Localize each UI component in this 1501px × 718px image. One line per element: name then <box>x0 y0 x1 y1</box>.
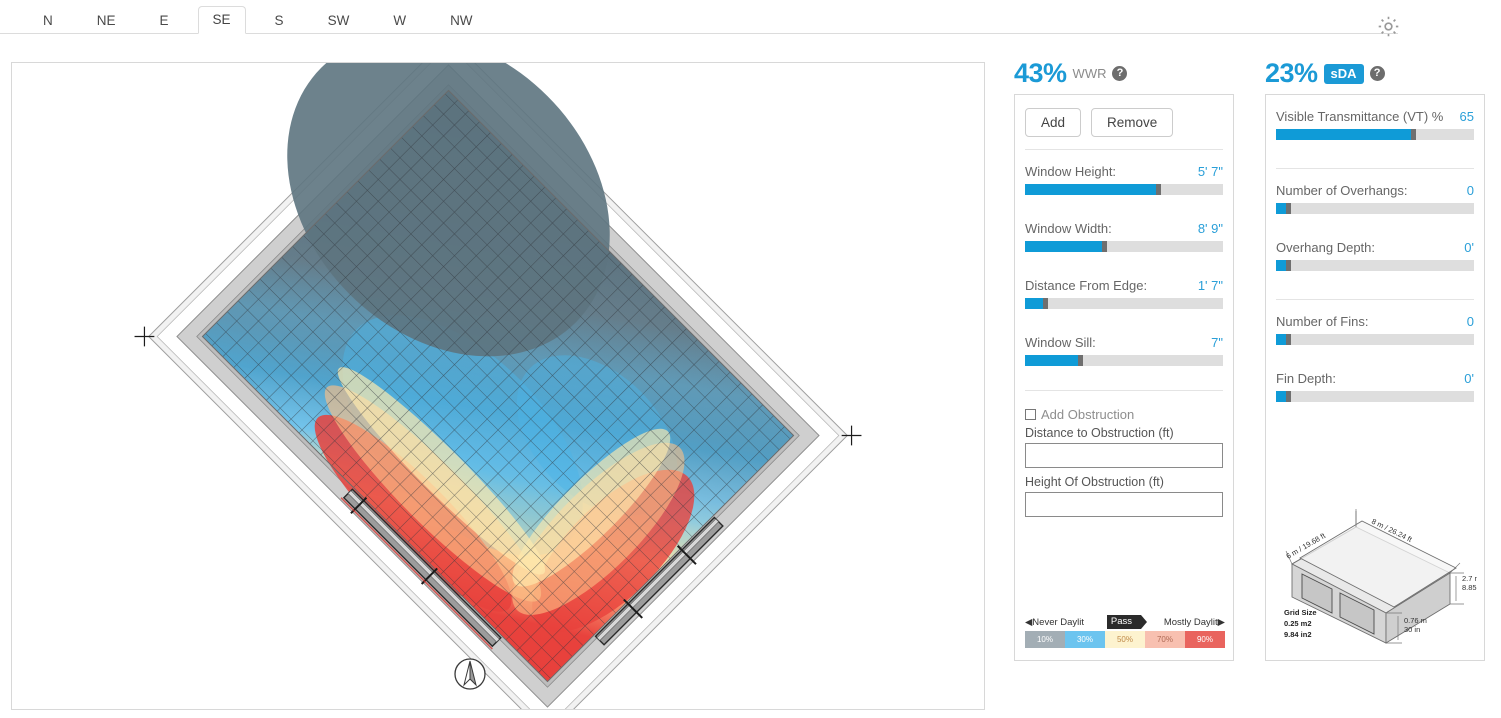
slider-window-sill: Window Sill: 7" <box>1015 309 1233 366</box>
daylight-analysis-app: N NE E SE S SW W NW 43% WWR ? 23% sDA ? … <box>0 0 1501 718</box>
slider-number-of-overhangs: Number of Overhangs: 0 <box>1266 169 1484 214</box>
slider-fin-depth: Fin Depth: 0' <box>1266 345 1484 402</box>
slider-window-height: Window Height: 5' 7" <box>1015 150 1233 195</box>
legend-pass-badge: Pass <box>1106 615 1148 629</box>
distance-to-obstruction-input[interactable] <box>1025 443 1223 468</box>
slider-window-width: Window Width: 8' 9" <box>1015 195 1233 252</box>
slider-label: Window Width: <box>1025 221 1112 236</box>
legend-cell: 90% <box>1185 631 1225 648</box>
gear-icon[interactable] <box>1376 14 1401 39</box>
height-of-obstruction-input[interactable] <box>1025 492 1223 517</box>
legend-color-bar: 10% 30% 50% 70% 90% <box>1025 631 1225 648</box>
slider-label: Fin Depth: <box>1276 371 1336 386</box>
orientation-tab-bar: N NE E SE S SW W NW <box>0 0 1398 34</box>
tab-s[interactable]: S <box>260 7 299 35</box>
legend-mostly-daylit-label: Mostly Daylit▶ <box>1163 616 1225 628</box>
window-parameters-panel: Add Remove Window Height: 5' 7" Window W… <box>1014 94 1234 661</box>
legend-cell: 10% <box>1025 631 1065 648</box>
window-width-slider[interactable] <box>1025 241 1223 252</box>
slider-value: 0 <box>1466 314 1474 329</box>
add-obstruction-checkbox[interactable] <box>1025 409 1036 420</box>
slider-label: Number of Overhangs: <box>1276 183 1408 198</box>
tab-e[interactable]: E <box>145 7 184 35</box>
add-obstruction-label: Add Obstruction <box>1041 407 1135 422</box>
legend-cell: 30% <box>1065 631 1105 648</box>
wwr-metric-header: 43% WWR ? <box>1014 58 1128 88</box>
remove-window-button[interactable]: Remove <box>1091 108 1174 137</box>
sill-dimension-label-in: 30 in <box>1404 625 1420 634</box>
slider-value: 0' <box>1464 371 1474 386</box>
window-height-slider[interactable] <box>1025 184 1223 195</box>
slider-label: Window Sill: <box>1025 335 1096 350</box>
slider-label: Distance From Edge: <box>1025 278 1148 293</box>
number-of-overhangs-slider[interactable] <box>1276 203 1474 214</box>
grid-size-title: Grid Size <box>1284 608 1317 617</box>
obstruction-section: Add Obstruction Distance to Obstruction … <box>1015 391 1233 517</box>
slider-label: Window Height: <box>1025 164 1117 179</box>
glazing-shading-panel: Visible Transmittance (VT) % 65 Number o… <box>1265 94 1485 661</box>
add-window-button[interactable]: Add <box>1025 108 1082 137</box>
sda-percent: 23% <box>1265 58 1318 88</box>
tab-w[interactable]: W <box>378 7 421 35</box>
room-dimension-diagram: 6 m / 19.68 ft 8 m / 26.24 ft 2.7 m 8.85… <box>1274 501 1484 646</box>
slider-value: 0' <box>1464 240 1474 255</box>
slider-label: Overhang Depth: <box>1276 240 1376 255</box>
tab-ne[interactable]: NE <box>82 7 131 35</box>
sda-badge: sDA <box>1323 63 1364 84</box>
slider-value: 5' 7" <box>1197 164 1223 179</box>
tab-n[interactable]: N <box>28 7 68 35</box>
height-dimension-label-m: 2.7 m <box>1462 574 1477 583</box>
daylight-legend: ◀Never Daylit Pass Mostly Daylit▶ 10% 30… <box>1025 615 1225 648</box>
sda-help-icon[interactable]: ? <box>1369 66 1385 81</box>
legend-cell: 70% <box>1145 631 1185 648</box>
grid-size-m2: 0.25 m2 <box>1284 619 1312 628</box>
grid-size-in2: 9.84 in2 <box>1284 630 1312 639</box>
slider-visible-transmittance: Visible Transmittance (VT) % 65 <box>1266 95 1484 140</box>
legend-never-daylit-label: ◀Never Daylit <box>1025 616 1085 628</box>
slider-distance-from-edge: Distance From Edge: 1' 7" <box>1015 252 1233 309</box>
sill-dimension-label-m: 0.76 m <box>1404 616 1427 625</box>
legend-cell: 50% <box>1105 631 1145 648</box>
slider-value: 1' 7" <box>1197 278 1223 293</box>
north-arrow-compass-icon <box>452 656 488 692</box>
slider-label: Visible Transmittance (VT) % <box>1276 109 1444 124</box>
height-dimension-label-ft: 8.85 ft <box>1462 583 1477 592</box>
slider-number-of-fins: Number of Fins: 0 <box>1266 300 1484 345</box>
slider-value: 7" <box>1211 335 1223 350</box>
room-3d-viewport[interactable] <box>11 62 985 710</box>
wwr-help-icon[interactable]: ? <box>1112 66 1128 81</box>
sda-metric-header: 23% sDA ? <box>1265 60 1385 87</box>
overhang-depth-slider[interactable] <box>1276 260 1474 271</box>
wwr-label: WWR <box>1072 66 1107 81</box>
tab-nw[interactable]: NW <box>435 7 488 35</box>
distance-from-edge-slider[interactable] <box>1025 298 1223 309</box>
fin-depth-slider[interactable] <box>1276 391 1474 402</box>
height-of-obstruction-label: Height Of Obstruction (ft) <box>1025 475 1164 489</box>
window-sill-slider[interactable] <box>1025 355 1223 366</box>
room-daylight-render <box>134 63 862 709</box>
wwr-percent: 43% <box>1014 58 1067 88</box>
slider-label: Number of Fins: <box>1276 314 1369 329</box>
window-actions: Add Remove <box>1015 95 1233 137</box>
distance-to-obstruction-label: Distance to Obstruction (ft) <box>1025 426 1174 440</box>
tab-sw[interactable]: SW <box>313 7 365 35</box>
slider-value: 0 <box>1466 183 1474 198</box>
number-of-fins-slider[interactable] <box>1276 334 1474 345</box>
slider-value: 8' 9" <box>1197 221 1223 236</box>
slider-overhang-depth: Overhang Depth: 0' <box>1266 214 1484 271</box>
slider-value: 65 <box>1459 109 1474 124</box>
tab-se[interactable]: SE <box>197 5 246 34</box>
visible-transmittance-slider[interactable] <box>1276 129 1474 140</box>
